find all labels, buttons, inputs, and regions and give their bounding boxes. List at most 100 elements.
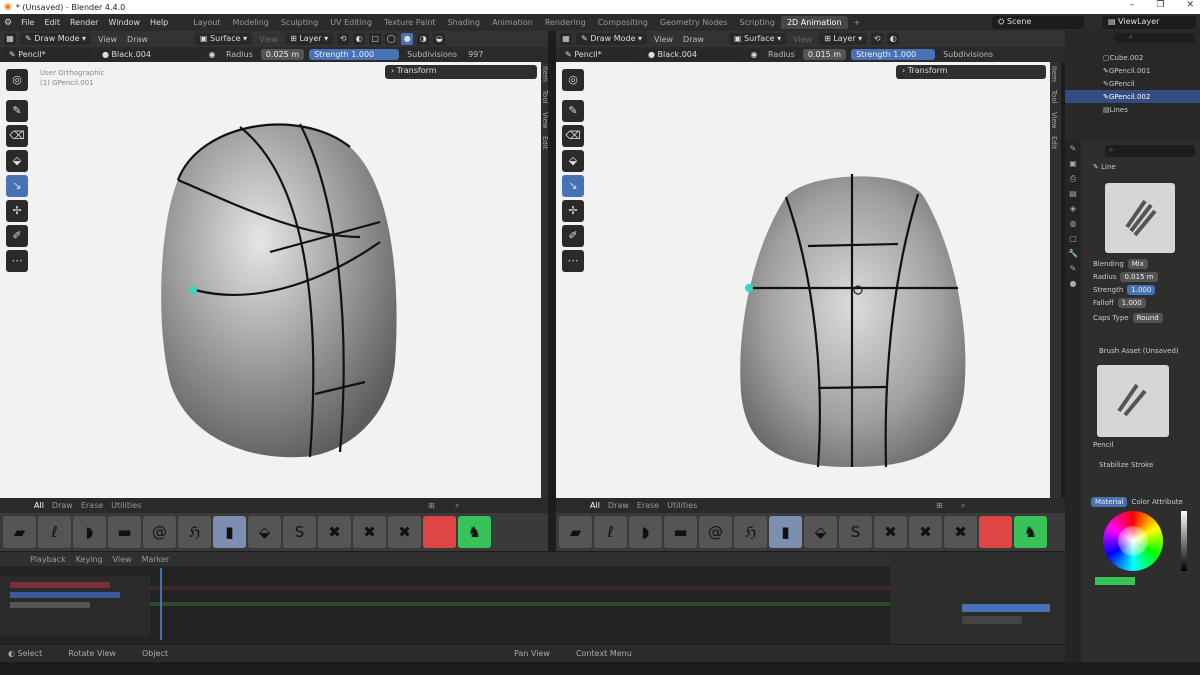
left-draw-menu[interactable]: Draw: [124, 35, 151, 44]
material-color-mode-button[interactable]: Material: [1091, 497, 1128, 507]
tab-compositing[interactable]: Compositing: [592, 16, 654, 29]
left-material-selector[interactable]: ● Black.004: [97, 48, 201, 61]
strength-field[interactable]: 1.000: [1127, 285, 1156, 295]
right-draw-menu[interactable]: Draw: [680, 35, 707, 44]
left-asset-grid-icon[interactable]: ⊞: [428, 501, 435, 510]
right-brush-eraser-soft[interactable]: ✖: [909, 516, 942, 548]
right-draw-tool-icon[interactable]: ✎: [562, 100, 584, 122]
left-brush-selector[interactable]: ✎ Pencil*: [4, 48, 92, 61]
output-props-icon[interactable]: ⎙: [1067, 174, 1079, 186]
right-overlay-icon[interactable]: ◐: [887, 33, 900, 45]
properties-search[interactable]: ⌕: [1105, 145, 1195, 157]
timeline-view-menu[interactable]: View: [113, 555, 132, 564]
brush-preview-thumbnail[interactable]: [1105, 183, 1175, 253]
timeline-marker-menu[interactable]: Marker: [142, 555, 170, 564]
tab-modeling[interactable]: Modeling: [226, 16, 274, 29]
left-subdiv-value[interactable]: 997: [465, 50, 486, 59]
tab-sculpting[interactable]: Sculpting: [275, 16, 324, 29]
left-mode-dropdown[interactable]: ✎ Draw Mode ▾: [20, 33, 92, 45]
right-brush-eraser-point[interactable]: ✖: [944, 516, 977, 548]
data-props-icon[interactable]: ✎: [1067, 264, 1079, 276]
left-asset-search-icon[interactable]: ⌕: [455, 501, 459, 511]
right-cursor-tool-icon[interactable]: ◎: [562, 69, 584, 91]
timeline-keying-menu[interactable]: Keying: [76, 555, 103, 564]
left-transform-panel[interactable]: › Transform: [385, 65, 537, 79]
eyedropper-tool-icon[interactable]: ✐: [6, 225, 28, 247]
cursor-tool-icon[interactable]: ◎: [6, 69, 28, 91]
left-strength-slider[interactable]: Strength 1.000: [309, 49, 400, 60]
right-erase-tool-icon[interactable]: ⌫: [562, 125, 584, 147]
right-radius-slider[interactable]: 0.015 m: [802, 49, 847, 60]
menu-render[interactable]: Render: [65, 18, 103, 27]
right-brush-pencil[interactable]: ▮: [769, 516, 802, 548]
left-view-menu[interactable]: View: [95, 35, 120, 44]
caps-dropdown[interactable]: Round: [1132, 313, 1163, 323]
brush-line[interactable]: S: [283, 516, 316, 548]
brush-tint[interactable]: [423, 516, 456, 548]
right-view-menu[interactable]: View: [651, 35, 676, 44]
right-asset-search-icon[interactable]: ⌕: [961, 501, 965, 511]
right-gizmo-icon[interactable]: ⟲: [871, 33, 884, 45]
playhead[interactable]: [160, 568, 162, 640]
color-wheel[interactable]: [1103, 511, 1163, 571]
outliner-item-gpencil-002[interactable]: ✎ GPencil.002: [1065, 90, 1200, 103]
tab-rendering[interactable]: Rendering: [539, 16, 592, 29]
right-brush-tint[interactable]: [979, 516, 1012, 548]
active-color-swatch[interactable]: [1095, 577, 1135, 585]
left-3d-viewport[interactable]: ◎ ✎ ⌫ ⬙ ↘ ✢ ✐ ⋯ User Orthographic (1) GP…: [0, 62, 541, 498]
scene-selector[interactable]: ⛭ Scene: [992, 16, 1084, 29]
right-brush-selector[interactable]: ✎ Pencil*: [560, 48, 638, 61]
left-layer-dropdown[interactable]: ⊞ Layer ▾: [285, 33, 334, 45]
right-material-selector[interactable]: ● Black.004: [643, 48, 743, 61]
tab-scripting[interactable]: Scripting: [733, 16, 781, 29]
shading-material-icon[interactable]: ◑: [417, 33, 430, 45]
brush-eraser-hard[interactable]: ✖: [318, 516, 351, 548]
right-brush-ink-pen[interactable]: ℓ: [594, 516, 627, 548]
menu-window[interactable]: Window: [103, 18, 145, 27]
color-value-slider[interactable]: [1181, 511, 1187, 571]
radius-field[interactable]: 0.015 m: [1120, 272, 1158, 282]
right-brush-vertex[interactable]: ♞: [1014, 516, 1047, 548]
outliner-item-lines[interactable]: ▤ Lines: [1065, 103, 1200, 116]
add-workspace-button[interactable]: +: [848, 16, 867, 29]
menu-file[interactable]: File: [16, 18, 39, 27]
xray-icon[interactable]: ▢: [369, 33, 382, 45]
view-layer-selector[interactable]: ▤ ViewLayer: [1102, 16, 1196, 29]
menu-edit[interactable]: Edit: [39, 18, 65, 27]
line-tool-icon[interactable]: ↘: [6, 175, 28, 197]
right-line-tool-icon[interactable]: ↘: [562, 175, 584, 197]
erase-tool-icon[interactable]: ⌫: [6, 125, 28, 147]
overlay-icon[interactable]: ◐: [353, 33, 366, 45]
brush-eraser-point[interactable]: ✖: [388, 516, 421, 548]
blender-menu-icon[interactable]: ⚙: [0, 18, 16, 28]
right-tab-edit[interactable]: Edit: [1050, 132, 1058, 154]
brush-airbrush[interactable]: ▰: [3, 516, 36, 548]
right-brush-pencil-soft[interactable]: ℌ: [734, 516, 767, 548]
outliner-item-cube[interactable]: ▢ Cube.002: [1065, 51, 1200, 64]
right-tint-tool-icon[interactable]: ✢: [562, 200, 584, 222]
tab-shading[interactable]: Shading: [442, 16, 487, 29]
right-placement-dropdown[interactable]: ▣ Surface ▾: [728, 33, 787, 45]
right-asset-tab-all[interactable]: All: [590, 501, 600, 510]
brush-pen[interactable]: @: [143, 516, 176, 548]
tab-animation[interactable]: Animation: [486, 16, 539, 29]
right-strength-slider[interactable]: Strength 1.000: [851, 49, 936, 60]
right-brush-ink-rough[interactable]: ◗: [629, 516, 662, 548]
tint-tool-icon[interactable]: ✢: [6, 200, 28, 222]
menu-help[interactable]: Help: [145, 18, 173, 27]
shading-solid-icon[interactable]: ●: [401, 33, 414, 45]
right-brush-fill[interactable]: ⬙: [804, 516, 837, 548]
right-interpolate-tool-icon[interactable]: ⋯: [562, 250, 584, 272]
color-attribute-mode-button[interactable]: Color Attribute: [1131, 498, 1182, 506]
brush-ink-pen[interactable]: ℓ: [38, 516, 71, 548]
timeline-playback-menu[interactable]: Playback: [30, 555, 66, 564]
tab-uv-editing[interactable]: UV Editing: [324, 16, 378, 29]
right-asset-tab-erase[interactable]: Erase: [637, 501, 659, 510]
right-color-mode-icon[interactable]: ◉: [748, 48, 760, 61]
right-asset-grid-icon[interactable]: ⊞: [936, 501, 943, 510]
right-brush-eraser-hard[interactable]: ✖: [874, 516, 907, 548]
modifier-props-icon[interactable]: 🔧: [1067, 249, 1079, 261]
right-tab-view[interactable]: View: [1050, 108, 1058, 133]
tab-2d-animation[interactable]: 2D Animation: [780, 16, 848, 29]
tab-geometry-nodes[interactable]: Geometry Nodes: [654, 16, 733, 29]
